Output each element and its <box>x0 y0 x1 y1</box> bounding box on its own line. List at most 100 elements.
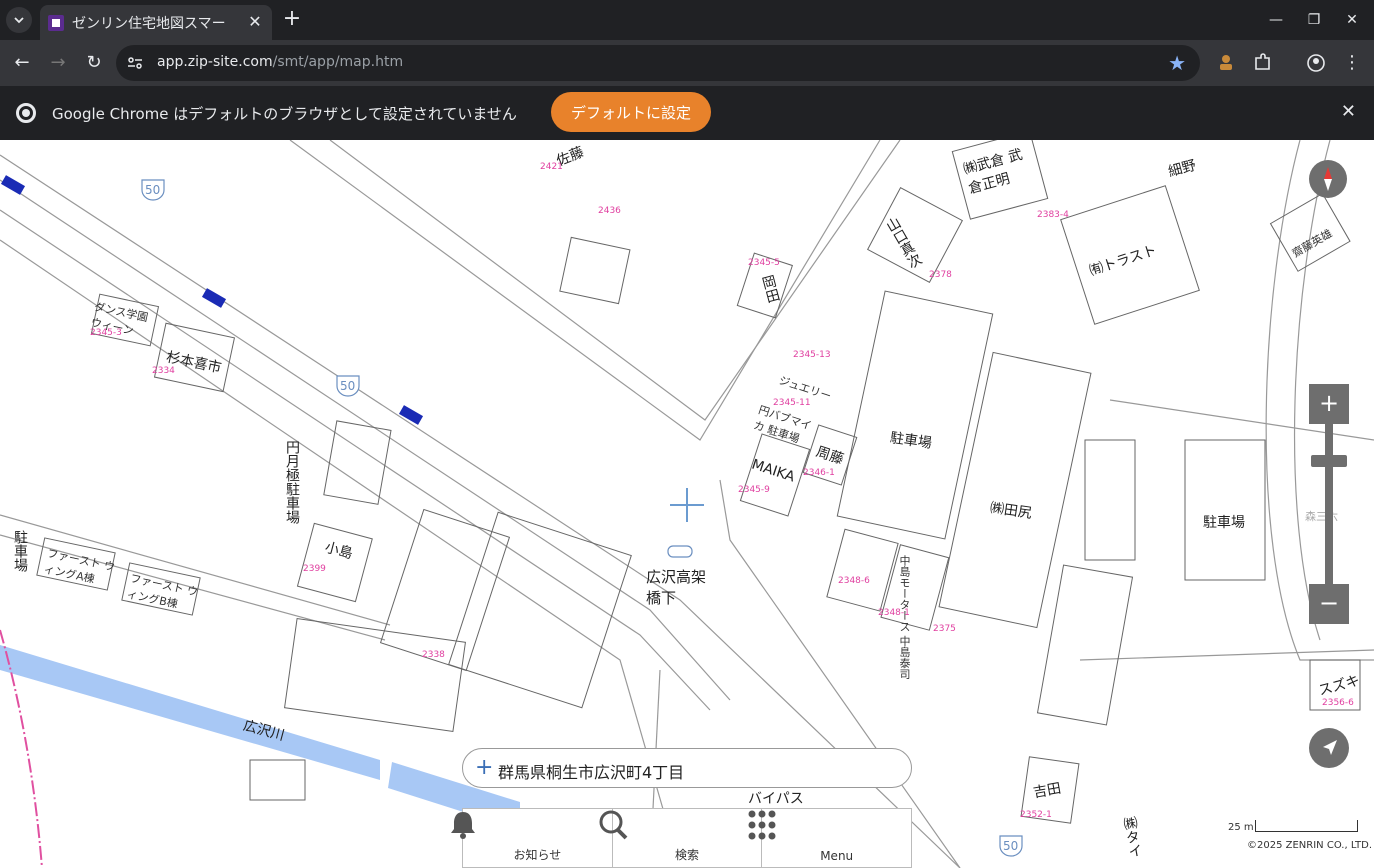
route-number: 50 <box>340 379 355 393</box>
minimize-icon[interactable]: — <box>1264 8 1288 32</box>
profile-avatar-icon[interactable] <box>1305 52 1327 74</box>
scale-bar <box>1255 820 1358 832</box>
default-browser-infobar: Google Chrome はデフォルトのブラウザとして設定されていません デフ… <box>0 86 1374 140</box>
building-outline <box>296 522 373 603</box>
building-outline <box>559 236 631 305</box>
restore-icon[interactable]: ❐ <box>1302 8 1326 32</box>
route-number: 50 <box>145 183 160 197</box>
lot-number: 2338 <box>422 650 445 660</box>
url-text: app.zip-site.com/smt/app/map.htm <box>157 54 403 70</box>
chrome-logo-icon <box>16 103 36 123</box>
lot-number: 2345-11 <box>773 398 811 408</box>
copyright-text: ©2025 ZENRIN CO., LTD. <box>1247 840 1372 851</box>
lot-number: 2378 <box>929 270 952 280</box>
lot-number: 2421 <box>540 162 563 172</box>
current-location-button[interactable] <box>1309 728 1349 768</box>
bus-stop-marker <box>667 545 693 558</box>
infobar-close-icon[interactable]: ✕ <box>1341 101 1356 122</box>
chevron-down-icon <box>14 17 24 24</box>
lot-number: 2383-4 <box>1037 210 1069 220</box>
news-label: お知らせ <box>513 848 562 862</box>
tab-title: ゼンリン住宅地図スマー <box>72 15 226 32</box>
bus-marker <box>398 405 424 425</box>
lot-number: 2334 <box>152 366 175 376</box>
river-shape <box>0 645 380 780</box>
address-crosshair-icon: + <box>475 755 494 780</box>
road-line <box>289 140 881 441</box>
lot-number: 2399 <box>303 564 326 574</box>
active-tab[interactable]: ゼンリン住宅地図スマー ✕ <box>40 5 272 40</box>
tab-close-icon[interactable]: ✕ <box>246 13 264 31</box>
lot-number: 2375 <box>933 624 956 634</box>
url-host: app.zip-site.com <box>157 54 273 70</box>
url-path: /smt/app/map.htm <box>272 54 404 70</box>
zoom-slider-track[interactable] <box>1325 424 1333 584</box>
lot-number: 2345-9 <box>738 485 770 495</box>
building-outline <box>836 290 994 540</box>
building-outline <box>826 528 899 612</box>
grid-menu-icon <box>748 810 776 840</box>
zoom-in-button[interactable]: + <box>1309 384 1349 424</box>
road-line <box>1079 649 1374 661</box>
zoom-slider-thumb[interactable] <box>1311 455 1347 467</box>
lot-number: 2356-6 <box>1322 698 1354 708</box>
map-center-crosshair <box>670 488 704 522</box>
lot-number: 2346-1 <box>803 468 835 478</box>
browser-toolbar: ← → ↻ app.zip-site.com/smt/app/map.htm ★… <box>0 40 1374 86</box>
set-default-button[interactable]: デフォルトに設定 <box>551 92 711 132</box>
lot-number: 2352-1 <box>1020 810 1052 820</box>
back-arrow-icon[interactable]: ← <box>9 50 35 76</box>
map-scale: 25 m <box>1228 820 1358 834</box>
search-button[interactable]: 検索 <box>599 809 763 867</box>
building-outline <box>448 511 632 709</box>
window-close-icon[interactable]: ✕ <box>1340 8 1364 32</box>
current-address-text: 群馬県桐生市広沢町4丁目 <box>498 763 685 782</box>
compass-icon[interactable] <box>1309 160 1347 198</box>
tab-search-button[interactable] <box>6 7 32 33</box>
map-label-hirosawa-bridge: 広沢高架 橋下 <box>646 568 707 607</box>
map-label-parking-3: 駐車場 <box>1203 515 1245 531</box>
map-label-morisan: 森三六 <box>1305 510 1338 523</box>
building-outline <box>283 618 467 732</box>
bookmark-star-icon[interactable]: ★ <box>1168 51 1186 75</box>
map-canvas[interactable]: 50 50 50 佐藤 ㈱武倉 武倉正明 細野 山口真次 ㈲トラスト 岡田 ダン… <box>0 140 1374 868</box>
building-outline <box>379 508 511 672</box>
building-outline <box>1084 439 1136 561</box>
menu-label: Menu <box>820 849 854 863</box>
bell-icon <box>451 812 475 839</box>
building-outline <box>1184 439 1266 581</box>
route-number: 50 <box>1003 839 1018 853</box>
building-outline <box>1036 564 1134 726</box>
lot-number: 2348-1 <box>878 608 910 618</box>
bottom-menu: お知らせ 検索 Menu <box>451 808 912 868</box>
incognito-extension-icon[interactable] <box>1215 52 1237 74</box>
building-outline <box>938 351 1092 629</box>
news-button[interactable]: お知らせ <box>451 809 613 867</box>
address-bar[interactable]: app.zip-site.com/smt/app/map.htm ★ <box>116 45 1200 81</box>
lot-number: 2345-3 <box>90 328 122 338</box>
search-icon <box>599 810 628 840</box>
site-info-icon[interactable] <box>126 54 144 72</box>
lot-number: 2436 <box>598 206 621 216</box>
new-tab-button[interactable]: + <box>280 8 304 32</box>
road-line <box>0 209 711 711</box>
zoom-out-button[interactable]: − <box>1309 584 1349 624</box>
scale-label: 25 m <box>1228 822 1254 833</box>
reload-icon[interactable]: ↻ <box>81 50 107 76</box>
forward-arrow-icon[interactable]: → <box>45 50 71 76</box>
tab-strip: ゼンリン住宅地図スマー ✕ + — ❐ ✕ <box>0 0 1374 40</box>
map-label-parking-left: 駐車場 <box>12 530 28 572</box>
navigation-arrow-icon <box>1323 740 1337 755</box>
extensions-puzzle-icon[interactable] <box>1252 52 1274 74</box>
map-label-bypass: バイパス <box>748 791 804 807</box>
bus-marker <box>0 175 26 195</box>
zenrin-favicon-icon <box>48 14 64 31</box>
current-address-bar[interactable]: + 群馬県桐生市広沢町4丁目 <box>462 748 912 788</box>
lot-number: 2345-13 <box>793 350 831 360</box>
kebab-menu-icon[interactable]: ⋮ <box>1339 50 1365 76</box>
menu-button[interactable]: Menu <box>748 809 911 867</box>
search-label: 検索 <box>675 848 700 862</box>
infobar-message: Google Chrome はデフォルトのブラウザとして設定されていません <box>52 105 517 123</box>
map-label-parking-maruyama: 円月極駐車場 <box>284 440 300 524</box>
building-outline <box>249 759 306 801</box>
